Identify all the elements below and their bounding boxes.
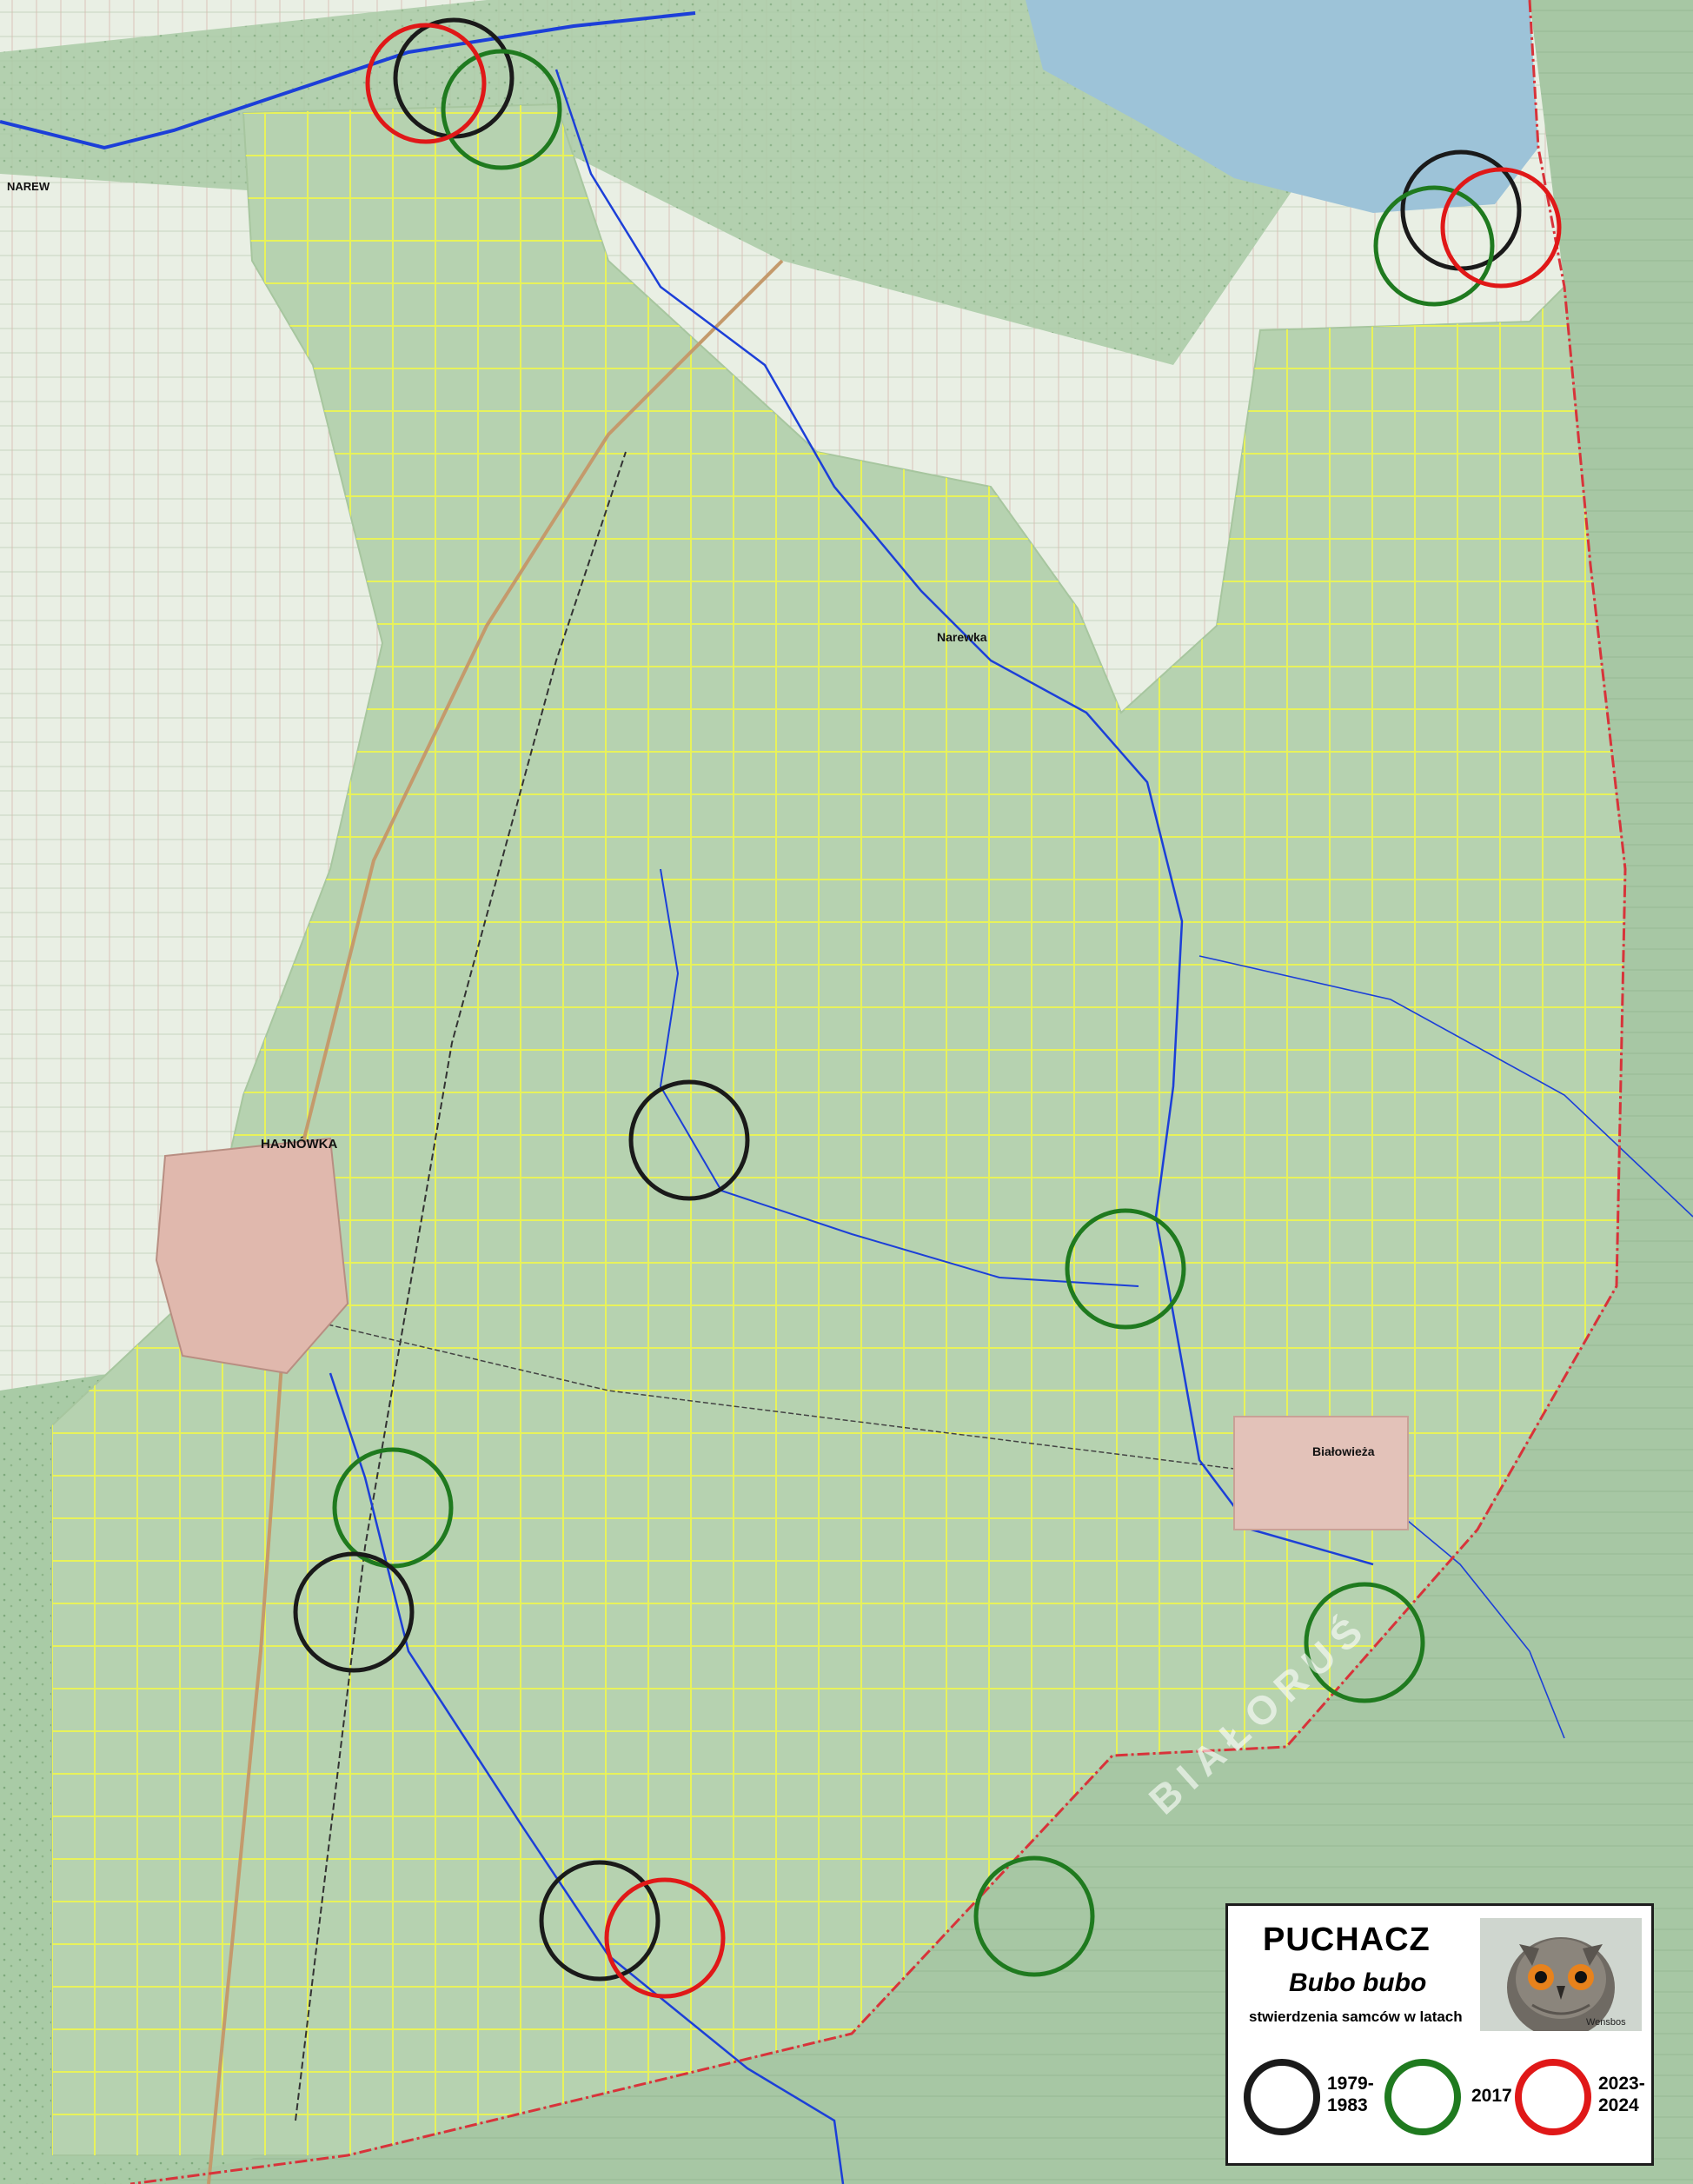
legend-panel: PUCHACZ Bubo bubo stwierdzenia samców w … [1225, 1903, 1654, 2166]
ring-red-icon [1515, 2059, 1591, 2135]
bialowieza-village [1233, 1416, 1409, 1530]
legend-item-2023-2024: 2023- 2024 [1515, 2059, 1654, 2146]
legend-title: PUCHACZ [1263, 1922, 1431, 1958]
legend-item-1979-1983: 1979- 1983 [1244, 2059, 1383, 2146]
legend-label-1979-1983: 1979- 1983 [1327, 2074, 1374, 2115]
legend-item-2017: 2017 [1384, 2059, 1515, 2146]
legend-subtitle: stwierdzenia samców w latach [1249, 2008, 1463, 2025]
town-label-hajnowka: HAJNÓWKA [261, 1137, 338, 1152]
town-label-narew: NAREW [7, 180, 50, 193]
ring-black-icon [1244, 2059, 1320, 2135]
legend-latin-name: Bubo bubo [1289, 1968, 1427, 1997]
legend-label-2017: 2017 [1471, 2086, 1512, 2106]
photo-credit: Wensbos [1586, 2017, 1626, 2028]
forest-compartment-map: BIAŁORUŚ [0, 0, 1693, 2184]
owl-photo-icon [1480, 1918, 1642, 2038]
town-label-narewka: Narewka [937, 630, 987, 644]
legend-label-2023-2024: 2023- 2024 [1598, 2074, 1645, 2115]
town-label-bialowieza: Białowieża [1312, 1444, 1375, 1458]
ring-green-icon [1384, 2059, 1461, 2135]
